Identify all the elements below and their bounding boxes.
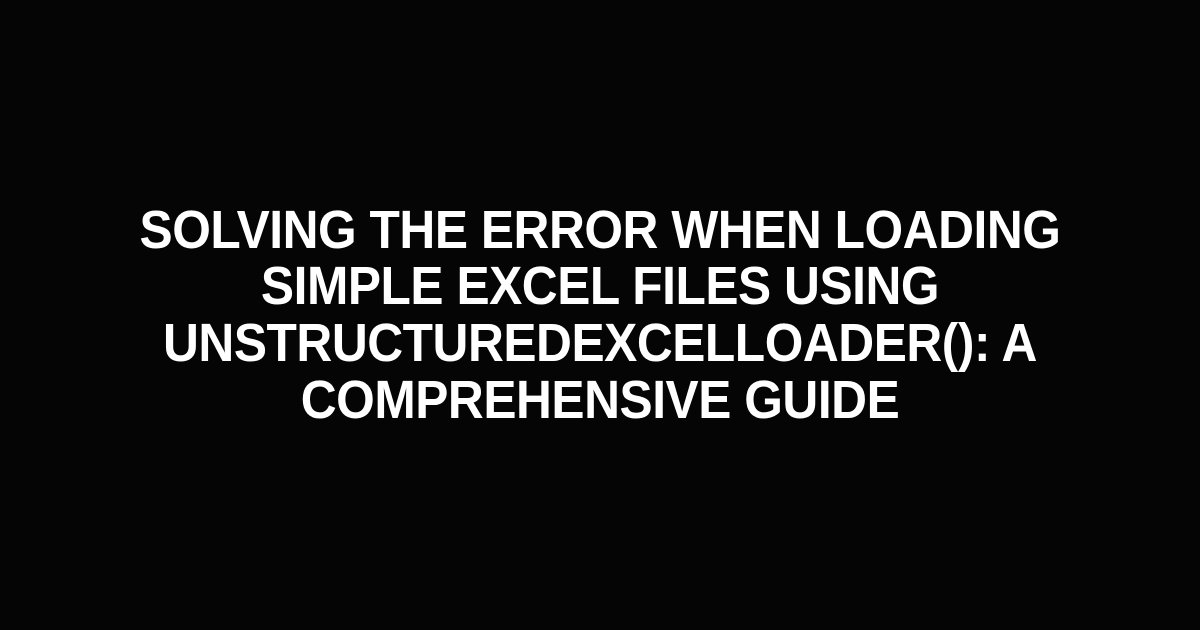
page-title: Solving the Error When Loading Simple Ex… bbox=[94, 202, 1106, 429]
